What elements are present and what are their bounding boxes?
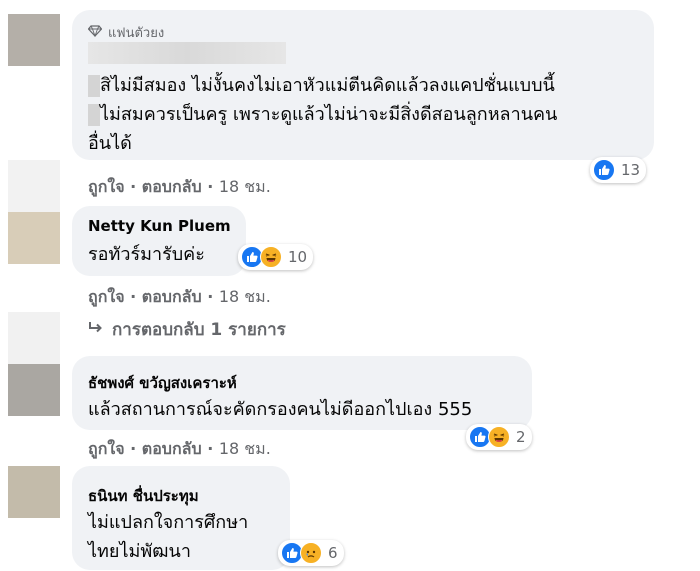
diamond-icon — [87, 24, 103, 41]
comment-actions: ถูกใจ · ตอบกลับ · 18 ชม. — [88, 285, 271, 310]
separator: · — [130, 177, 137, 196]
avatar[interactable] — [8, 466, 60, 518]
comment-actions: ถูกใจ · ตอบกลับ · 18 ชม. — [88, 175, 271, 200]
top-fan-badge: แฟนตัวยง — [87, 22, 165, 43]
avatar[interactable] — [8, 312, 60, 364]
comment-text: สิไม่มีสมอง ไม่งั้นคงไม่เอาหัวแม่ตีนคิดแ… — [100, 75, 555, 96]
badge-label: แฟนตัวยง — [108, 26, 165, 41]
timestamp[interactable]: 18 ชม. — [219, 439, 271, 458]
comment-text: ไทยไม่พัฒนา — [88, 541, 191, 562]
reaction-count: 10 — [288, 248, 308, 266]
comment-text: ไม่แปลกใจการศึกษา — [88, 512, 249, 533]
reply-link[interactable]: ตอบกลับ — [142, 439, 202, 458]
separator: · — [130, 287, 137, 306]
reaction-count: 2 — [516, 428, 526, 446]
separator: · — [207, 177, 214, 196]
sad-reaction-icon — [300, 542, 322, 564]
comment-author[interactable]: ธัชพงศ์ ขวัญสงเคราะห์ — [88, 371, 237, 395]
view-replies-link[interactable]: การตอบกลับ 1 รายการ — [88, 316, 286, 343]
separator: · — [207, 287, 214, 306]
comment-text: อื่นได้ — [88, 133, 132, 154]
reaction-summary[interactable]: 13 — [590, 157, 647, 183]
avatar[interactable] — [8, 14, 60, 66]
reaction-summary[interactable]: 6 — [278, 540, 344, 566]
reaction-summary[interactable]: 2 — [466, 424, 532, 450]
comment-text-line: ไม่สมควรเป็นครู เพราะดูแล้วไม่น่าจะมีสิ่… — [88, 100, 557, 129]
redacted-word — [88, 75, 100, 97]
reaction-count: 6 — [328, 544, 338, 562]
like-link[interactable]: ถูกใจ — [88, 287, 125, 306]
reaction-count: 13 — [621, 161, 641, 179]
timestamp[interactable]: 18 ชม. — [219, 287, 271, 306]
reaction-summary[interactable]: 10 — [238, 244, 314, 270]
reply-link[interactable]: ตอบกลับ — [142, 287, 202, 306]
redacted-word — [88, 104, 100, 126]
haha-reaction-icon — [488, 426, 510, 448]
timestamp[interactable]: 18 ชม. — [219, 177, 271, 196]
comment-text: แล้วสถานการณ์จะคัดกรองคนไม่ดีออกไปเอง 55… — [88, 399, 473, 420]
like-link[interactable]: ถูกใจ — [88, 177, 125, 196]
reply-link[interactable]: ตอบกลับ — [142, 177, 202, 196]
reply-arrow-icon — [88, 320, 104, 340]
avatar[interactable] — [8, 364, 60, 416]
comment-text-line: อื่นได้ — [88, 129, 132, 158]
view-replies-label: การตอบกลับ 1 รายการ — [112, 320, 286, 340]
separator: · — [207, 439, 214, 458]
comment-text: รอทัวร์มารับค่ะ — [88, 244, 205, 265]
like-reaction-icon — [593, 159, 615, 181]
comment-author[interactable]: ธนินท ชื่นประทุม — [88, 484, 199, 508]
avatar[interactable] — [8, 160, 60, 212]
avatar[interactable] — [8, 212, 60, 264]
comment-actions: ถูกใจ · ตอบกลับ · 18 ชม. — [88, 437, 271, 462]
separator: · — [130, 439, 137, 458]
like-link[interactable]: ถูกใจ — [88, 439, 125, 458]
haha-reaction-icon — [260, 246, 282, 268]
redacted-author-name — [88, 42, 286, 64]
comment-text-line: สิไม่มีสมอง ไม่งั้นคงไม่เอาหัวแม่ตีนคิดแ… — [88, 71, 555, 100]
comment-text: ไม่สมควรเป็นครู เพราะดูแล้วไม่น่าจะมีสิ่… — [100, 104, 558, 125]
comment-author[interactable]: Netty Kun Pluem — [88, 217, 231, 235]
